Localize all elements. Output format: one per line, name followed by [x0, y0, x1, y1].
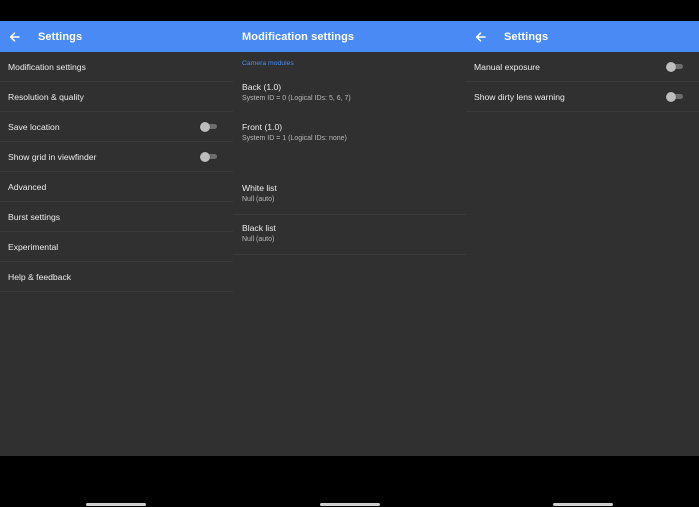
dirty-lens-warning-toggle[interactable] [666, 91, 684, 102]
gesture-nav-handle[interactable] [320, 503, 380, 506]
item-label: Show grid in viewfinder [8, 151, 97, 162]
status-bar-area [0, 0, 699, 21]
modification-settings-panel: Modification settings Camera modules Bac… [233, 21, 466, 456]
item-label: Resolution & quality [8, 91, 84, 102]
resolution-quality-item[interactable]: Resolution & quality [0, 82, 233, 112]
advanced-item[interactable]: Advanced [0, 172, 233, 202]
dirty-lens-warning-item[interactable]: Show dirty lens warning [466, 82, 699, 112]
burst-settings-item[interactable]: Burst settings [0, 202, 233, 232]
item-label: Advanced [8, 181, 47, 192]
module-title: Front (1.0) [242, 122, 283, 132]
item-label: Save location [8, 121, 60, 132]
list-title: Black list [242, 223, 276, 233]
show-grid-toggle[interactable] [200, 151, 218, 162]
item-label: Modification settings [8, 61, 86, 72]
module-subtitle: System ID = 0 (Logical IDs: 5, 6, 7) [242, 95, 351, 102]
manual-exposure-toggle[interactable] [666, 61, 684, 72]
item-label: Burst settings [8, 211, 61, 222]
list-subtitle: Null (auto) [242, 236, 275, 243]
white-list-item[interactable]: White list Null (auto) [233, 175, 466, 215]
manual-exposure-item[interactable]: Manual exposure [466, 52, 699, 82]
item-label: Help & feedback [8, 271, 72, 282]
save-location-toggle[interactable] [200, 121, 218, 132]
list-subtitle: Null (auto) [242, 196, 275, 203]
gesture-nav-handle[interactable] [553, 503, 613, 506]
black-list-item[interactable]: Black list Null (auto) [233, 215, 466, 255]
app-bar-title: Settings [38, 30, 83, 43]
advanced-settings-panel: Settings Manual exposure Show dirty lens… [466, 21, 699, 456]
modification-settings-item[interactable]: Modification settings [0, 52, 233, 82]
app-bar: Modification settings [233, 21, 466, 52]
settings-panel: Settings Modification settings Resolutio… [0, 21, 233, 456]
experimental-item[interactable]: Experimental [0, 232, 233, 262]
back-arrow-icon[interactable] [472, 21, 488, 52]
gesture-nav-handle[interactable] [86, 503, 146, 506]
app-bar-title: Settings [504, 30, 549, 43]
camera-modules-header: Camera modules [242, 59, 294, 67]
back-arrow-icon[interactable] [6, 21, 22, 52]
item-label: Manual exposure [474, 61, 540, 72]
item-label: Show dirty lens warning [474, 91, 565, 102]
app-bar: Settings [0, 21, 233, 52]
back-camera-module[interactable]: Back (1.0) System ID = 0 (Logical IDs: 5… [233, 74, 466, 114]
module-subtitle: System ID = 1 (Logical IDs: none) [242, 135, 347, 142]
save-location-item[interactable]: Save location [0, 112, 233, 142]
help-feedback-item[interactable]: Help & feedback [0, 262, 233, 292]
module-title: Back (1.0) [242, 82, 282, 92]
show-grid-item[interactable]: Show grid in viewfinder [0, 142, 233, 172]
list-title: White list [242, 183, 277, 193]
app-bar-title: Modification settings [242, 30, 355, 43]
app-bar: Settings [466, 21, 699, 52]
front-camera-module[interactable]: Front (1.0) System ID = 1 (Logical IDs: … [233, 114, 466, 154]
item-label: Experimental [8, 241, 59, 252]
navigation-bar-area [0, 456, 699, 507]
